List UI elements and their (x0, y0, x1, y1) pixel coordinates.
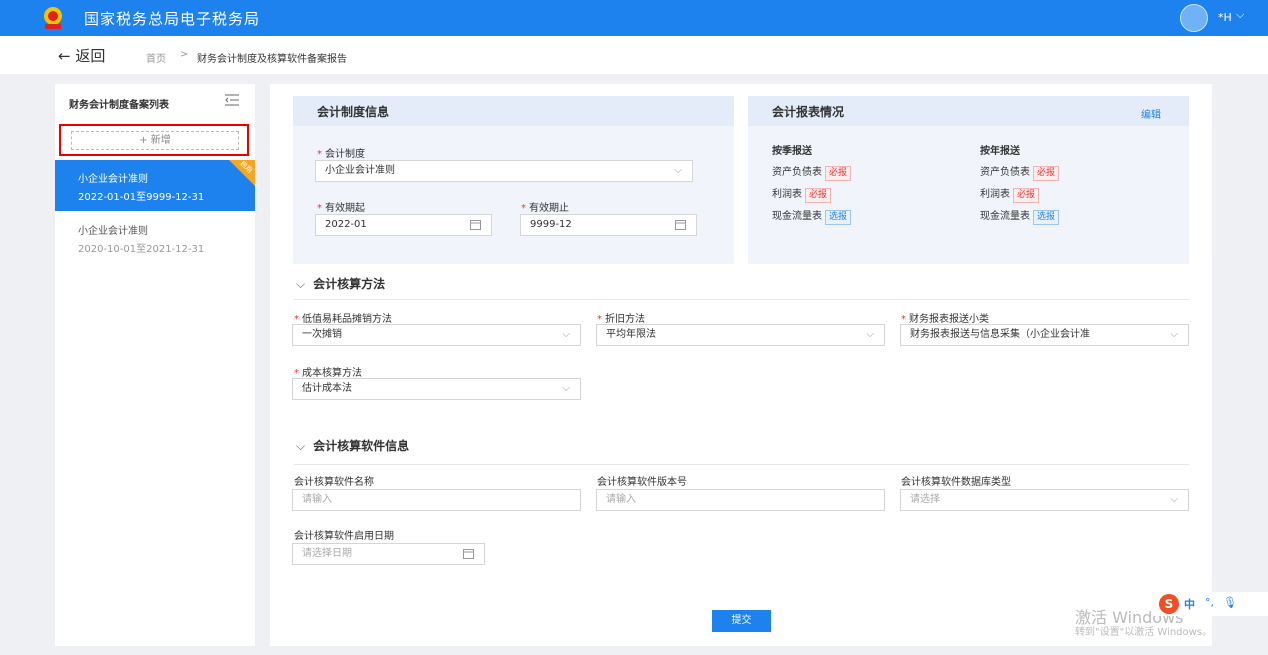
methods-section-title[interactable]: ⌵ 会计核算方法 (296, 275, 385, 292)
card-title: 会计报表情况 (772, 105, 845, 119)
app-title: 国家税务总局电子税务局 (84, 10, 261, 28)
top-bar: 国家税务总局电子税务局 *H ⌵ (0, 0, 1268, 36)
software-date-label: 会计核算软件启用日期 (294, 531, 394, 542)
cost-select[interactable]: 估计成本法 ⌵ (292, 378, 581, 400)
divider (294, 464, 1189, 465)
sidebar-item-name: 小企业会计准则 (78, 226, 148, 237)
required-tag: 必报 (1033, 166, 1060, 181)
calendar-icon (463, 549, 474, 559)
required-tag: 必报 (1013, 188, 1040, 203)
start-label: * 有效期起 (317, 203, 365, 214)
sidebar-item[interactable]: 小企业会计准则 2020-10-01至2021-12-31 (55, 212, 255, 263)
report-subclass-select[interactable]: 财务报表报送与信息采集（小企业会计准 ⌵ (900, 324, 1189, 346)
edit-link[interactable]: 编辑 (1141, 106, 1161, 121)
sidebar-item-range: 2020-10-01至2021-12-31 (78, 244, 205, 255)
activation-watermark-sub: 转到"设置"以激活 Windows。 (1075, 627, 1213, 638)
calendar-icon (470, 220, 481, 230)
low-value-label: * 低值易耗品摊销方法 (294, 314, 392, 325)
optional-tag: 选报 (825, 210, 852, 225)
sidebar: 财务会计制度备案列表 + 新增 小企业会计准则 2022-01-01至9999-… (55, 84, 255, 646)
software-version-label: 会计核算软件版本号 (597, 477, 687, 488)
chevron-down-icon: ⌵ (562, 383, 570, 394)
required-tag: 必报 (825, 166, 852, 181)
report-subclass-label: * 财务报表报送小类 (901, 314, 989, 325)
chevron-down-icon: ⌵ (296, 277, 306, 291)
main-panel: 会计制度信息 * 会计制度 小企业会计准则 ⌵ * 有效期起 2022-01 * 有效期… (270, 84, 1212, 646)
software-db-label: 会计核算软件数据库类型 (901, 477, 1011, 488)
add-button[interactable]: + 新增 (71, 131, 239, 150)
software-name-input[interactable]: 请输入 (292, 489, 581, 511)
report-status-card: 会计报表情况 编辑 按季报送 资产负债表 必报 利润表 必报 现金流量表 选报 按年报… (748, 96, 1189, 264)
breadcrumb-separator: > (180, 49, 189, 60)
system-label: * 会计制度 (317, 149, 365, 160)
report-item: 资产负债表 必报 (980, 163, 1060, 181)
accounting-system-card: 会计制度信息 * 会计制度 小企业会计准则 ⌵ * 有效期起 2022-01 * 有效期… (293, 96, 734, 264)
breadcrumb-current: 财务会计制度及核算软件备案报告 (197, 54, 347, 65)
software-section-title[interactable]: ⌵ 会计核算软件信息 (296, 437, 409, 454)
breadcrumb-home[interactable]: 首页 (146, 50, 166, 65)
calendar-icon (675, 220, 686, 230)
sidebar-title: 财务会计制度备案列表 (69, 100, 169, 111)
annual-title: 按年报送 (980, 146, 1020, 157)
user-name[interactable]: *H (1218, 11, 1232, 24)
software-name-label: 会计核算软件名称 (294, 477, 374, 488)
quarterly-title: 按季报送 (772, 146, 812, 157)
user-avatar-icon[interactable] (1180, 4, 1208, 32)
ime-punct-icon[interactable]: °, (1205, 596, 1214, 609)
ime-language[interactable]: 中 (1184, 596, 1195, 612)
nav-bar: ← 返回 首页 > 财务会计制度及核算软件备案报告 (0, 36, 1268, 74)
chevron-down-icon[interactable]: ⌵ (1236, 8, 1244, 22)
end-date-picker[interactable]: 9999-12 (520, 214, 697, 236)
tax-emblem-icon (44, 7, 62, 29)
report-item: 资产负债表 必报 (772, 163, 852, 181)
optional-tag: 选报 (1033, 210, 1060, 225)
card-title: 会计制度信息 (317, 105, 390, 119)
chevron-down-icon: ⌵ (562, 329, 570, 340)
list-collapse-icon[interactable] (225, 94, 239, 106)
low-value-select[interactable]: 一次摊销 ⌵ (292, 324, 581, 346)
software-db-select[interactable]: 请选择 ⌵ (900, 489, 1189, 511)
report-item: 现金流量表 选报 (772, 207, 852, 225)
chevron-down-icon: ⌵ (1170, 329, 1178, 340)
report-item: 利润表 必报 (772, 185, 832, 203)
ime-toolbar[interactable]: S 中 °, 🎙 (1153, 592, 1268, 616)
accounting-system-select[interactable]: 小企业会计准则 ⌵ (315, 160, 693, 182)
software-version-input[interactable]: 请输入 (596, 489, 885, 511)
microphone-icon[interactable]: 🎙 (1223, 596, 1237, 609)
chevron-down-icon: ⌵ (296, 439, 306, 453)
software-date-picker[interactable]: 请选择日期 (292, 543, 485, 565)
sidebar-item-active[interactable]: 小企业会计准则 2022-01-01至9999-12-31 启用 (55, 159, 255, 211)
chevron-down-icon: ⌵ (866, 329, 874, 340)
back-button[interactable]: ← 返回 (58, 45, 105, 66)
report-item: 现金流量表 选报 (980, 207, 1060, 225)
chevron-down-icon: ⌵ (674, 165, 682, 176)
required-tag: 必报 (805, 188, 832, 203)
chevron-down-icon: ⌵ (1170, 494, 1178, 505)
report-item: 利润表 必报 (980, 185, 1040, 203)
submit-button[interactable]: 提交 (712, 610, 771, 632)
sidebar-item-range: 2022-01-01至9999-12-31 (78, 192, 205, 203)
start-date-picker[interactable]: 2022-01 (315, 214, 492, 236)
cost-label: * 成本核算方法 (294, 368, 362, 379)
sogou-logo-icon: S (1159, 594, 1179, 614)
sidebar-item-name: 小企业会计准则 (78, 174, 148, 185)
depreciation-select[interactable]: 平均年限法 ⌵ (596, 324, 885, 346)
depreciation-label: * 折旧方法 (597, 314, 645, 325)
end-label: * 有效期止 (521, 203, 569, 214)
divider (294, 299, 1189, 300)
